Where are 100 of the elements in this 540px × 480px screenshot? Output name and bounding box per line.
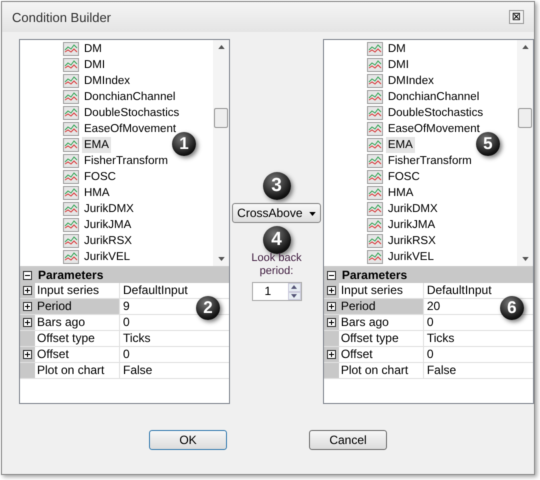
callout-badge: 1 — [172, 132, 196, 156]
chart-icon — [63, 58, 79, 72]
expand-icon[interactable] — [23, 318, 32, 327]
indicator-item[interactable]: DMI — [82, 57, 108, 73]
property-label[interactable]: Period — [338, 299, 424, 314]
caret-icon — [308, 212, 316, 216]
callout-badge: 4 — [262, 226, 290, 254]
chart-icon — [366, 138, 383, 152]
chart-icon — [366, 74, 383, 88]
indicator-item[interactable]: DMIndex — [386, 73, 436, 89]
chart-icon — [63, 122, 79, 136]
indicator-item[interactable]: JurikVEL — [82, 249, 132, 265]
chart-icon — [366, 234, 383, 248]
property-value[interactable]: Ticks — [424, 331, 454, 346]
property-label[interactable]: Offset type — [35, 331, 120, 346]
category-header: Parameters — [340, 268, 408, 282]
property-label[interactable]: Plot on chart — [338, 363, 424, 378]
expand-icon[interactable] — [23, 302, 32, 311]
chart-icon — [63, 154, 79, 168]
property-value[interactable]: Ticks — [120, 331, 151, 346]
chart-icon — [63, 234, 79, 248]
indicator-item[interactable]: HMA — [386, 185, 416, 201]
expand-icon[interactable] — [326, 350, 336, 359]
chart-icon — [63, 90, 79, 104]
scroll-thumb[interactable] — [214, 108, 228, 128]
property-label[interactable]: Offset — [35, 347, 120, 362]
collapse-icon[interactable] — [23, 270, 32, 280]
indicator-item[interactable]: JurikDMX — [82, 201, 136, 217]
expand-icon[interactable] — [326, 302, 336, 311]
indicator-item[interactable]: DonchianChannel — [82, 89, 178, 105]
chart-icon — [366, 42, 383, 56]
indicator-item[interactable]: JurikDMX — [386, 201, 440, 217]
scrollbar[interactable] — [517, 40, 534, 266]
scroll-up-icon[interactable] — [218, 45, 225, 49]
chart-icon — [63, 218, 79, 232]
indicator-item[interactable]: DMI — [386, 57, 411, 73]
property-value[interactable]: DefaultInput — [120, 283, 188, 298]
dialog-button[interactable]: OK — [149, 430, 227, 450]
indicator-item[interactable]: HMA — [82, 185, 112, 201]
collapse-icon[interactable] — [326, 270, 336, 280]
property-value[interactable]: False — [120, 363, 152, 378]
dialog-button[interactable]: Cancel — [309, 430, 387, 450]
expand-icon[interactable] — [326, 286, 336, 295]
operator-dropdown[interactable]: CrossAbove — [232, 203, 321, 223]
property-value[interactable]: 0 — [424, 315, 434, 330]
property-label[interactable]: Input series — [338, 283, 424, 298]
property-label[interactable]: Offset type — [338, 331, 424, 346]
chart-icon — [366, 170, 383, 184]
callout-badge: 3 — [262, 172, 290, 200]
property-value[interactable]: 0 — [424, 347, 434, 362]
indicator-item[interactable]: JurikRSX — [82, 233, 134, 249]
indicator-item[interactable]: DMIndex — [82, 73, 132, 89]
indicator-item[interactable]: DM — [386, 41, 408, 57]
property-label[interactable]: Bars ago — [35, 315, 120, 330]
expand-icon[interactable] — [23, 350, 32, 359]
chart-icon — [366, 90, 383, 104]
callout-badge: 6 — [500, 296, 524, 320]
expand-icon[interactable] — [23, 286, 32, 295]
callout-badge: 2 — [196, 296, 220, 320]
lookback-spinner[interactable]: 1 — [252, 282, 302, 301]
scroll-thumb[interactable] — [518, 108, 532, 128]
chart-icon — [366, 250, 383, 264]
indicator-item[interactable]: FisherTransform — [386, 153, 474, 169]
indicator-item[interactable]: DoubleStochastics — [386, 105, 486, 121]
property-label[interactable]: Plot on chart — [35, 363, 120, 378]
chart-icon — [366, 218, 383, 232]
property-value[interactable]: 20 — [424, 299, 440, 314]
property-label[interactable]: Bars ago — [338, 315, 424, 330]
scroll-down-icon[interactable] — [522, 257, 529, 261]
indicator-item[interactable]: JurikVEL — [386, 249, 436, 265]
indicator-item[interactable]: FOSC — [386, 169, 422, 185]
expand-icon[interactable] — [326, 318, 336, 327]
indicator-item[interactable]: EMA — [82, 137, 111, 153]
close-button[interactable]: ⊠ — [508, 10, 524, 24]
indicator-item[interactable]: DoubleStochastics — [82, 105, 182, 121]
indicator-item[interactable]: DM — [82, 41, 104, 57]
indicator-item[interactable]: EMA — [386, 137, 415, 153]
property-value[interactable]: DefaultInput — [424, 283, 492, 298]
scroll-down-icon[interactable] — [218, 257, 225, 261]
property-label[interactable]: Period — [35, 299, 120, 314]
property-value[interactable]: False — [424, 363, 456, 378]
chart-icon — [63, 202, 79, 216]
chart-icon — [63, 42, 79, 56]
chart-icon — [63, 170, 79, 184]
scroll-up-icon[interactable] — [522, 45, 529, 49]
indicator-item[interactable]: JurikRSX — [386, 233, 438, 249]
indicator-item[interactable]: JurikJMA — [386, 217, 438, 233]
property-value[interactable]: 0 — [120, 315, 130, 330]
chart-icon — [366, 122, 383, 136]
property-value[interactable]: 0 — [120, 347, 130, 362]
property-value[interactable]: 9 — [120, 299, 130, 314]
scrollbar[interactable] — [213, 40, 230, 266]
indicator-item[interactable]: FOSC — [82, 169, 118, 185]
indicator-item[interactable]: DonchianChannel — [386, 89, 482, 105]
property-label[interactable]: Offset — [338, 347, 424, 362]
property-label[interactable]: Input series — [35, 283, 120, 298]
indicator-item[interactable]: FisherTransform — [82, 153, 170, 169]
indicator-item[interactable]: JurikJMA — [82, 217, 134, 233]
lookback-label: Look back period: — [250, 252, 303, 278]
chart-icon — [63, 186, 79, 200]
